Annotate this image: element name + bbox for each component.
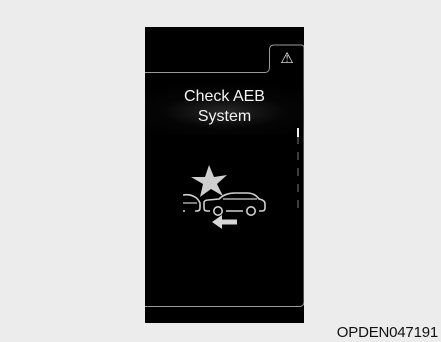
scroll-segment: [297, 200, 299, 208]
warning-message-line-2: System: [197, 108, 252, 125]
warning-triangle-icon: ⚠: [280, 49, 294, 67]
warning-message-line-1: Check AEB: [184, 88, 265, 105]
scroll-segment: [297, 136, 299, 144]
aeb-collision-icon: [183, 165, 266, 229]
scroll-segment: [297, 184, 299, 192]
cluster-display: ⚠ Check AEB System: [145, 27, 304, 323]
braking-arrow-icon: [212, 215, 237, 229]
impact-star-icon: [191, 165, 227, 197]
warning-message: Check AEB System: [145, 87, 304, 127]
figure: ⚠ Check AEB System OPDEN047191: [0, 0, 441, 342]
figure-code: OPDEN047191: [336, 324, 438, 341]
scroll-segment: [297, 152, 299, 160]
scroll-thumb[interactable]: [297, 128, 299, 137]
scroll-segment: [297, 168, 299, 176]
scroll-indicator[interactable]: [297, 128, 299, 214]
own-car-icon: [203, 192, 266, 212]
